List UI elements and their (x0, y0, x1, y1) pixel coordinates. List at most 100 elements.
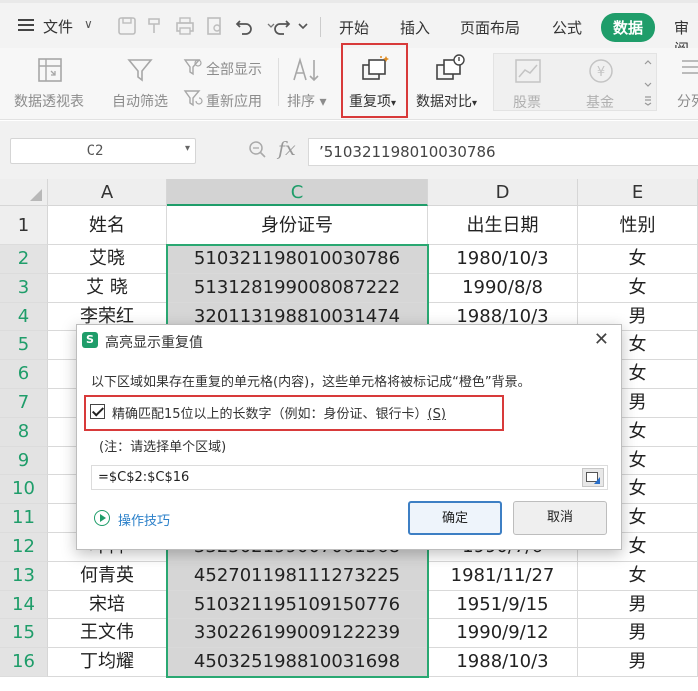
gender-cell[interactable]: 男 (578, 590, 698, 620)
ribbon-separator (278, 58, 279, 106)
reapply-button[interactable]: 重新应用 (206, 91, 262, 111)
file-menu[interactable]: 文件 (43, 16, 73, 37)
column-title-birth[interactable]: 出生日期 (428, 206, 578, 245)
filter-icon[interactable] (126, 56, 154, 84)
row-header[interactable]: 3 (0, 273, 48, 303)
pivot-table-button[interactable]: 数据透视表 (14, 91, 84, 111)
name-cell[interactable]: 艾 晓 (48, 273, 167, 303)
name-box[interactable]: C2 ▾ (10, 138, 196, 164)
row-header[interactable]: 10 (0, 475, 48, 505)
row-header[interactable]: 1 (0, 206, 48, 245)
customize-toolbar-icon[interactable] (292, 15, 314, 37)
funds-button[interactable]: 基金 (586, 92, 614, 112)
data-compare-icon[interactable] (433, 53, 469, 85)
tab-insert[interactable]: 插入 (400, 17, 430, 38)
gender-cell[interactable]: 女 (578, 273, 698, 303)
play-circle-icon[interactable] (94, 510, 110, 526)
row-header[interactable]: 13 (0, 561, 48, 591)
zoom-search-icon[interactable] (248, 140, 268, 165)
sort-button[interactable]: 排序 ▾ (287, 91, 326, 111)
gender-cell[interactable]: 女 (578, 245, 698, 274)
row-header[interactable]: 4 (0, 302, 48, 332)
column-header-c[interactable]: C (167, 179, 428, 206)
gallery-scroll-icon[interactable] (641, 55, 655, 109)
birth-date-cell[interactable]: 1990/9/12 (428, 619, 578, 649)
formula-input[interactable]: ’510321198010030786 (308, 138, 698, 166)
show-all-button[interactable]: 全部显示 (206, 59, 262, 79)
birth-date-cell[interactable]: 1981/11/27 (428, 561, 578, 591)
name-cell[interactable]: 何青英 (48, 561, 167, 591)
split-columns-button[interactable]: 分列 (677, 91, 698, 111)
row-header[interactable]: 6 (0, 360, 48, 389)
ok-button[interactable]: 确定 (408, 501, 502, 535)
gender-cell[interactable]: 男 (578, 648, 698, 677)
row-header[interactable]: 5 (0, 331, 48, 361)
column-header-a[interactable]: A (48, 179, 167, 206)
birth-date-cell[interactable]: 1988/10/3 (428, 648, 578, 677)
format-painter-icon[interactable] (144, 15, 166, 37)
save-icon[interactable] (116, 15, 138, 37)
print-icon[interactable] (174, 15, 196, 37)
auto-filter-button[interactable]: 自动筛选 (112, 91, 168, 111)
funds-icon[interactable]: ¥ (587, 58, 615, 84)
column-title-id[interactable]: 身份证号 (167, 206, 428, 245)
duplicates-highlight-box (341, 43, 408, 118)
birth-date-cell[interactable]: 1980/10/3 (428, 245, 578, 274)
close-icon[interactable]: ✕ (594, 329, 609, 350)
sort-icon[interactable] (290, 56, 322, 84)
gender-cell[interactable]: 男 (578, 619, 698, 649)
row-header[interactable]: 14 (0, 590, 48, 620)
column-header-e[interactable]: E (578, 179, 698, 206)
name-cell[interactable]: 王文伟 (48, 619, 167, 649)
cancel-button[interactable]: 取消 (513, 501, 607, 535)
undo-icon[interactable] (233, 15, 255, 37)
row-header[interactable]: 16 (0, 648, 48, 677)
show-all-icon[interactable] (183, 57, 203, 77)
row-header[interactable]: 12 (0, 533, 48, 562)
menu-separator (320, 17, 321, 37)
stocks-button[interactable]: 股票 (513, 92, 541, 112)
name-cell[interactable]: 丁均耀 (48, 648, 167, 677)
range-select-icon[interactable] (582, 468, 604, 487)
id-cell[interactable]: 330226199009122239 (167, 619, 428, 649)
birth-date-cell[interactable]: 1990/8/8 (428, 273, 578, 303)
id-cell[interactable]: 510321198010030786 (167, 245, 428, 274)
row-header[interactable]: 11 (0, 504, 48, 533)
id-cell[interactable]: 452701198111273225 (167, 561, 428, 591)
select-all-corner[interactable] (0, 179, 48, 206)
column-title-gender[interactable]: 性别 (578, 206, 698, 245)
id-cell[interactable]: 450325198810031698 (167, 648, 428, 677)
data-compare-button[interactable]: 数据对比▾ (416, 91, 477, 111)
hamburger-menu-icon[interactable] (18, 19, 34, 31)
row-header[interactable]: 9 (0, 446, 48, 476)
name-cell[interactable]: 艾晓 (48, 245, 167, 274)
pivot-table-icon[interactable] (36, 56, 64, 84)
reapply-icon[interactable] (183, 88, 203, 108)
range-input[interactable]: =$C$2:$C$16 (91, 465, 608, 490)
birth-date-cell[interactable]: 1951/9/15 (428, 590, 578, 620)
long-number-option[interactable]: 精确匹配15位以上的长数字（例如：身份证、银行卡）(S) (112, 403, 446, 422)
row-header[interactable]: 7 (0, 389, 48, 418)
id-cell[interactable]: 510321195109150776 (167, 590, 428, 620)
long-number-checkbox[interactable] (90, 404, 105, 419)
id-cell[interactable]: 513128199008087222 (167, 273, 428, 303)
column-title-name[interactable]: 姓名 (48, 206, 167, 245)
fx-icon[interactable]: fx (278, 138, 296, 160)
tab-page-layout[interactable]: 页面布局 (460, 17, 520, 38)
name-cell[interactable]: 宋培 (48, 590, 167, 620)
row-header[interactable]: 2 (0, 245, 48, 274)
tab-formulas[interactable]: 公式 (552, 17, 582, 38)
name-box-dropdown-icon[interactable]: ▾ (185, 143, 190, 154)
redo-icon[interactable] (271, 15, 293, 37)
tab-home[interactable]: 开始 (339, 17, 369, 38)
row-header[interactable]: 8 (0, 417, 48, 447)
split-columns-icon[interactable] (680, 57, 698, 83)
column-header-d[interactable]: D (428, 179, 578, 206)
tips-link[interactable]: 操作技巧 (118, 510, 170, 529)
tab-data[interactable]: 数据 (601, 13, 656, 42)
stocks-icon[interactable] (514, 58, 542, 84)
chevron-down-icon[interactable]: ∨ (84, 17, 93, 31)
print-preview-icon[interactable] (204, 15, 226, 37)
row-header[interactable]: 15 (0, 619, 48, 649)
gender-cell[interactable]: 女 (578, 561, 698, 591)
